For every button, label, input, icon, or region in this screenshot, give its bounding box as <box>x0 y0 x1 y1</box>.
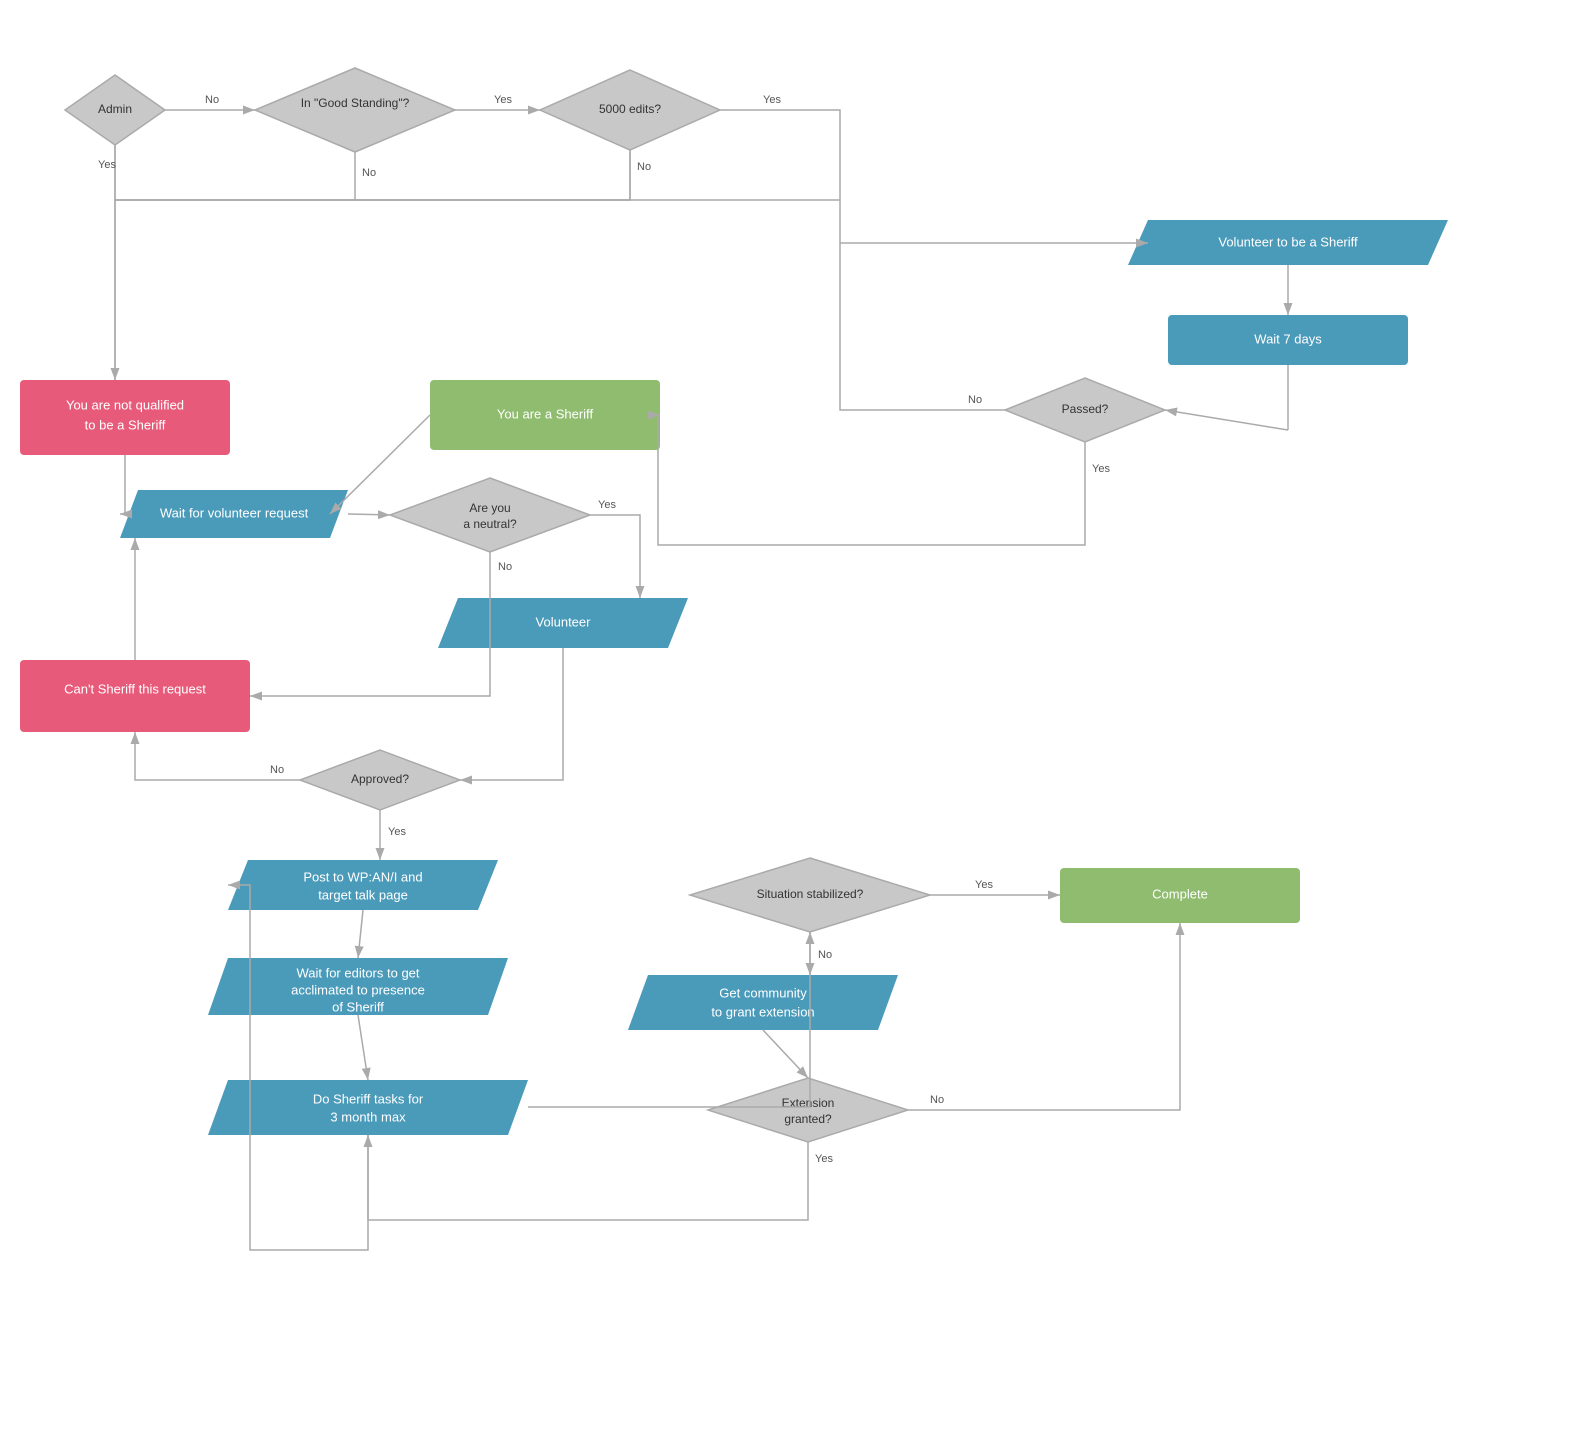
label-good-yes: Yes <box>494 94 512 106</box>
wait-editors-label2: acclimated to presence <box>291 982 425 997</box>
label-passed-no: No <box>968 394 982 406</box>
label-approved-yes: Yes <box>388 826 406 838</box>
arrow-good-no <box>115 152 355 380</box>
post-wp-shape <box>228 860 498 910</box>
label-neutral-no: No <box>498 561 512 573</box>
arrow-notqualified-wait <box>120 455 125 514</box>
label-edits-yes: Yes <box>763 94 781 106</box>
post-wp-label: Post to WP:AN/I and <box>303 869 422 884</box>
arrow-extension-no <box>908 923 1180 1110</box>
label-extension-no: No <box>930 1094 944 1106</box>
arrow-edits-no <box>355 150 630 200</box>
complete-label: Complete <box>1152 886 1208 901</box>
not-qualified-label: You are not qualified <box>66 397 184 412</box>
label-good-no: No <box>362 167 376 179</box>
not-qualified-label2: to be a Sheriff <box>85 417 166 432</box>
arrow-sheriff-wait <box>330 415 430 514</box>
do-tasks-label2: 3 month max <box>330 1109 406 1124</box>
label-situation-yes: Yes <box>975 879 993 891</box>
arrow-extension-yes <box>368 1135 808 1220</box>
neutral-label2: a neutral? <box>463 517 517 531</box>
arrow-neutral-yes <box>590 515 640 598</box>
arrow-wait-dotasks <box>358 1015 368 1080</box>
wait-editors-label: Wait for editors to get <box>296 965 419 980</box>
neutral-label: Are you <box>469 501 510 515</box>
you-are-sheriff-label: You are a Sheriff <box>497 406 594 421</box>
wait-editors-label3: of Sheriff <box>332 999 384 1014</box>
good-standing-label: In "Good Standing"? <box>301 96 410 110</box>
approved-label: Approved? <box>351 772 409 786</box>
arrow-dotasks-loop <box>228 885 368 1250</box>
label-passed-yes: Yes <box>1092 463 1110 475</box>
label-approved-no: No <box>270 764 284 776</box>
passed-label: Passed? <box>1062 402 1109 416</box>
get-community-label2: to grant extension <box>711 1004 814 1019</box>
flowchart: Admin In "Good Standing"? 5000 edits? Vo… <box>0 0 1578 1434</box>
admin-label: Admin <box>98 102 132 116</box>
arrow-passed-no <box>840 243 1005 410</box>
arrow-passed-yes <box>658 415 1085 545</box>
arrow-wait-neutral <box>348 514 390 515</box>
arrow-volunteer-approved <box>460 648 563 780</box>
extension-label2: granted? <box>784 1112 832 1126</box>
wait-7-days-label: Wait 7 days <box>1254 331 1322 346</box>
label-situation-no: No <box>818 949 832 961</box>
label-edits-no: No <box>637 161 651 173</box>
arrow-wait7-passed2 <box>1165 410 1288 430</box>
cant-sheriff-label: Can't Sheriff this request <box>64 681 206 696</box>
wait-volunteer-label: Wait for volunteer request <box>160 505 309 520</box>
edits-label: 5000 edits? <box>599 102 661 116</box>
extension-label: Extension <box>782 1096 835 1110</box>
get-community-label: Get community <box>719 985 807 1000</box>
label-admin-no: No <box>205 94 219 106</box>
do-tasks-label: Do Sheriff tasks for <box>313 1091 424 1106</box>
arrow-post-wait <box>358 910 363 958</box>
arrow-edits-volunteer <box>720 110 1148 243</box>
get-community-shape <box>628 975 898 1030</box>
volunteer-sheriff-label: Volunteer to be a Sheriff <box>1218 234 1358 249</box>
label-extension-yes: Yes <box>815 1153 833 1165</box>
volunteer-label: Volunteer <box>536 614 592 629</box>
label-admin-yes: Yes <box>98 159 116 171</box>
situation-label: Situation stabilized? <box>757 887 864 901</box>
arrow-community-extension <box>763 1030 808 1078</box>
label-neutral-yes: Yes <box>598 499 616 511</box>
post-wp-label2: target talk page <box>318 887 408 902</box>
do-tasks-shape <box>208 1080 528 1135</box>
